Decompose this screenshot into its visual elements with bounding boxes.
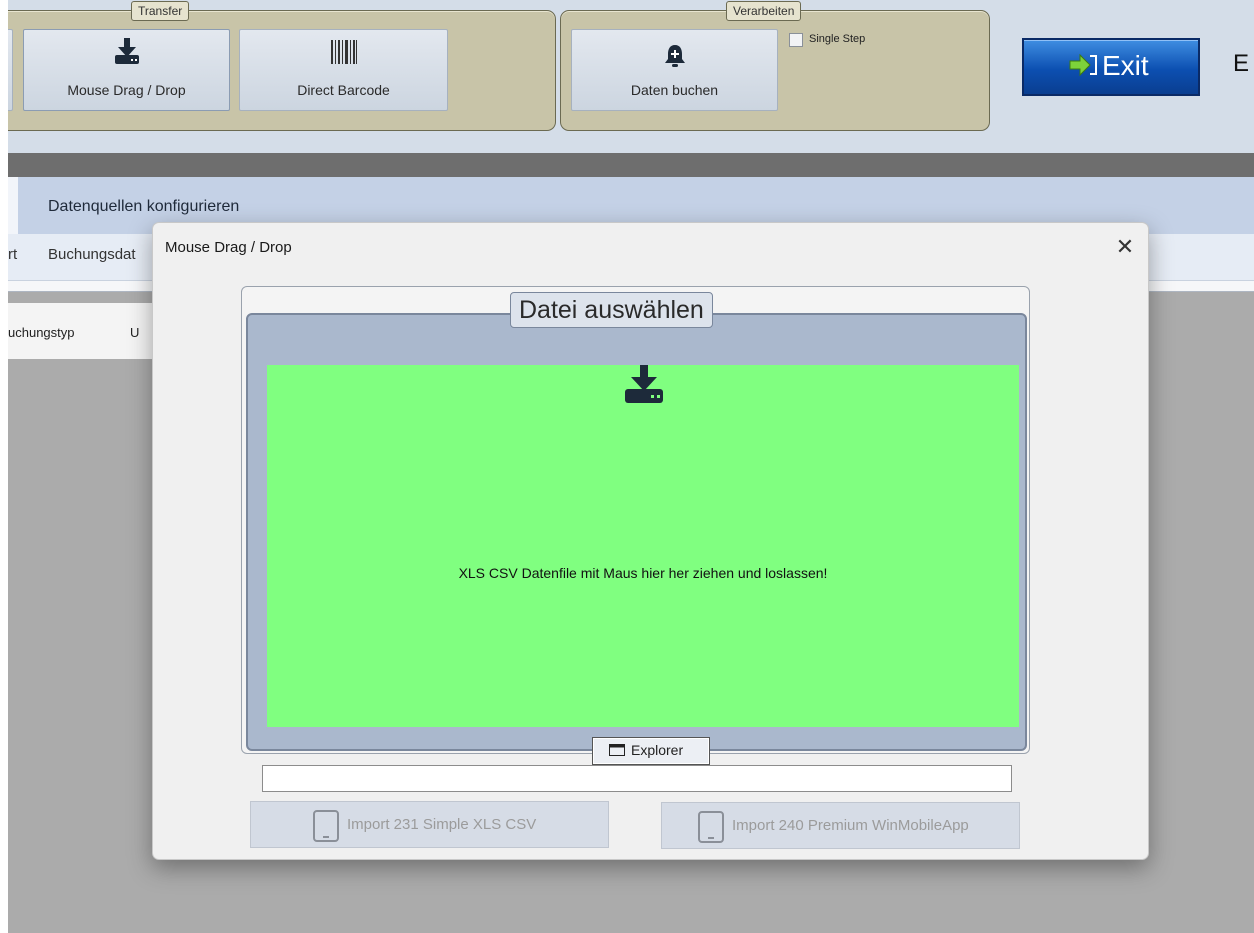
process-group-title: Verarbeiten — [726, 1, 802, 21]
barcode-icon — [330, 40, 357, 64]
section-title: Datei auswählen — [510, 292, 713, 328]
exit-label: Exit — [1102, 50, 1149, 81]
download-drive-icon — [114, 38, 139, 64]
column-header-partial[interactable]: U — [130, 325, 139, 340]
bell-plus-icon — [664, 45, 685, 67]
import-premium-label: Import 240 Premium WinMobileApp — [732, 817, 969, 834]
ribbon-separator — [8, 153, 1254, 177]
mouse-drag-drop-label: Mouse Drag / Drop — [67, 82, 186, 98]
transfer-group: Transfer Mouse Drag / Drop Direct Barcod… — [8, 1, 556, 131]
drop-hint-text: XLS CSV Datenfile mit Maus hier her zieh… — [458, 565, 828, 581]
subtab-buchungsdaten[interactable]: Buchungsdat — [48, 246, 136, 263]
ribbon: Transfer Mouse Drag / Drop Direct Barcod… — [8, 0, 1254, 153]
close-icon[interactable]: ✕ — [1107, 229, 1143, 265]
direct-barcode-button[interactable]: Direct Barcode — [239, 29, 448, 111]
tablet-icon — [313, 810, 339, 842]
exit-button[interactable]: Exit — [1022, 38, 1200, 96]
download-drive-icon — [625, 365, 663, 403]
transfer-group-title: Transfer — [131, 1, 190, 21]
file-select-panel: XLS CSV Datenfile mit Maus hier her zieh… — [246, 313, 1027, 765]
single-step-checkbox[interactable] — [789, 33, 803, 47]
ribbon-button-partial[interactable] — [8, 29, 13, 111]
file-select-frame: XLS CSV Datenfile mit Maus hier her zieh… — [241, 286, 1030, 765]
file-path-field[interactable] — [262, 765, 1012, 792]
subtab-partial[interactable]: rt — [8, 246, 17, 263]
import-simple-label: Import 231 Simple XLS CSV — [347, 816, 537, 833]
dialog-title: Mouse Drag / Drop — [165, 239, 292, 256]
partial-heading: E — [1233, 50, 1250, 77]
daten-buchen-label: Daten buchen — [630, 82, 719, 98]
mouse-drag-drop-dialog: Mouse Drag / Drop ✕ XLS CSV Datenfile mi… — [152, 222, 1149, 860]
tab-datenquellen-konfigurieren[interactable]: Datenquellen konfigurieren — [48, 198, 239, 216]
tab-active-partial[interactable] — [8, 177, 18, 234]
mouse-drag-drop-button[interactable]: Mouse Drag / Drop — [23, 29, 230, 111]
exit-arrow-icon — [1069, 53, 1097, 77]
tablet-icon — [698, 811, 724, 843]
import-simple-xls-csv-button[interactable]: Import 231 Simple XLS CSV — [250, 801, 609, 848]
explorer-label: Explorer — [631, 742, 684, 758]
direct-barcode-label: Direct Barcode — [297, 82, 390, 98]
import-premium-winmobileapp-button[interactable]: Import 240 Premium WinMobileApp — [661, 802, 1020, 849]
folder-icon — [609, 744, 625, 756]
explorer-button[interactable]: Explorer — [592, 737, 710, 765]
process-group: Verarbeiten Daten buchen Single Step — [560, 1, 990, 131]
daten-buchen-button[interactable]: Daten buchen — [571, 29, 778, 111]
single-step-label: Single Step — [809, 33, 866, 45]
column-header-buchungstyp[interactable]: uchungstyp — [8, 325, 75, 340]
drop-zone[interactable]: XLS CSV Datenfile mit Maus hier her zieh… — [267, 365, 1019, 727]
